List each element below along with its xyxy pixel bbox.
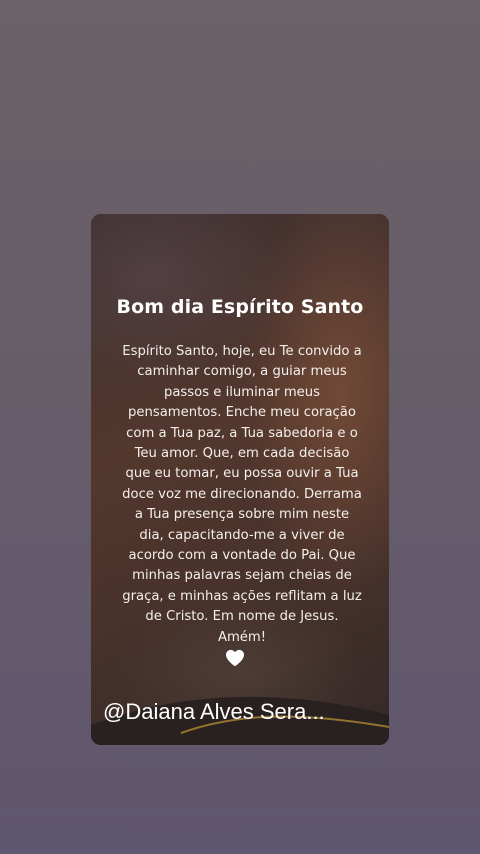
author-handle[interactable]: @Daiana Alves Sera... — [103, 699, 383, 725]
prayer-text: Espírito Santo, hoje, eu Te convido a ca… — [122, 344, 362, 645]
post-card[interactable]: Bom dia Espírito Santo Espírito Santo, h… — [91, 214, 389, 745]
post-title: Bom dia Espírito Santo — [116, 296, 364, 318]
heart-icon — [226, 649, 244, 667]
